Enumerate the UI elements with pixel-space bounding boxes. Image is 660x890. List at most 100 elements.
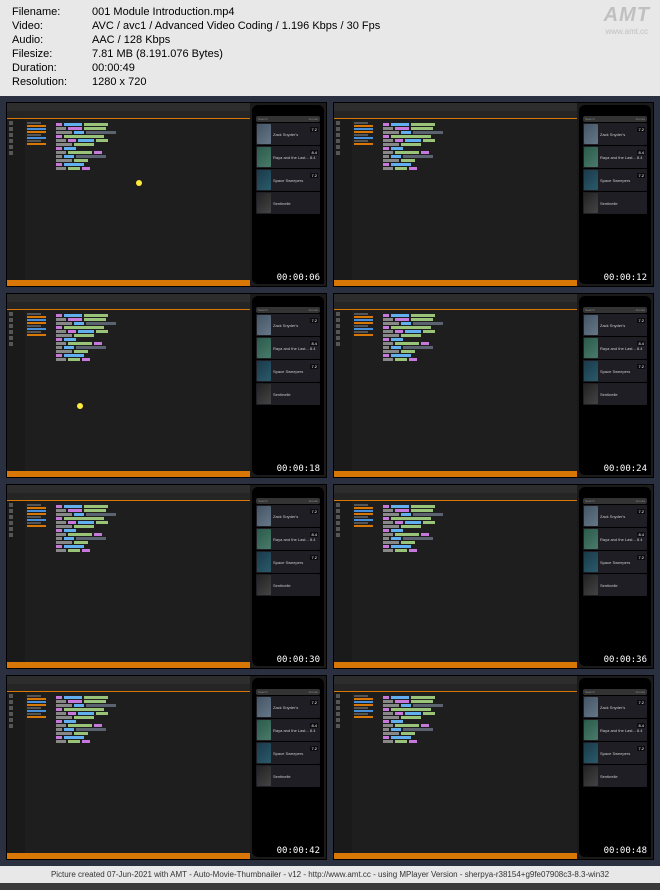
- movie-title: Sentinelle: [600, 392, 646, 397]
- phone-emulator: SearchAnnuleZack Snyder's7.2 Raya and the…: [252, 105, 324, 284]
- movie-rating-badge: 7.2: [310, 173, 318, 178]
- movie-poster: [584, 384, 598, 404]
- movie-title: Space Sweepers: [600, 751, 646, 756]
- phone-emulator: SearchAnnuleZack Snyder's7.2Raya and the…: [579, 105, 651, 284]
- movie-rating-badge: 8.4: [637, 341, 645, 346]
- movie-poster: [257, 575, 271, 595]
- duration-value: 00:00:49: [92, 62, 648, 74]
- movie-list-item: Space Sweepers7.2: [256, 742, 320, 764]
- code-editor-preview: [334, 676, 577, 859]
- filesize-label: Filesize:: [12, 48, 92, 60]
- movie-title: Sentinelle: [600, 774, 646, 779]
- movie-list-item: Sentinelle: [256, 574, 320, 596]
- movie-poster: [584, 193, 598, 213]
- movie-poster: [257, 124, 271, 144]
- phone-emulator: SearchAnnuleZack Snyder's7.2 Raya and the…: [252, 487, 324, 666]
- code-editor-preview: [7, 676, 250, 859]
- movie-rating-badge: 7.2: [637, 318, 645, 323]
- thumbnail-timestamp: 00:00:42: [273, 845, 324, 857]
- movie-rating-badge: 8.4: [637, 150, 645, 155]
- movie-rating-badge: 7.2: [637, 364, 645, 369]
- thumbnail-5: SearchAnnuleZack Snyder's7.2 Raya and the…: [6, 484, 327, 669]
- movie-rating-badge: 7.2: [637, 555, 645, 560]
- movie-title: Raya and the Last... 8.4: [600, 155, 646, 160]
- movie-list-item: Zack Snyder's7.2: [583, 696, 647, 718]
- phone-emulator: SearchAnnuleZack Snyder's7.2Raya and the…: [252, 678, 324, 857]
- movie-list-item: Raya and the Last... 8.48.4: [256, 337, 320, 359]
- movie-title: Sentinelle: [273, 392, 319, 397]
- cursor-indicator: [136, 180, 142, 186]
- movie-title: Space Sweepers: [600, 178, 646, 183]
- movie-rating-badge: 7.2: [310, 509, 318, 514]
- movie-poster: [584, 552, 598, 572]
- movie-title: Raya and the Last... 8.4: [600, 346, 646, 351]
- phone-emulator: SearchAnnuleZack Snyder's7.2 Raya and the…: [579, 296, 651, 475]
- movie-list-item: Space Sweepers7.2: [256, 169, 320, 191]
- movie-title: Zack Snyder's: [600, 705, 646, 710]
- phone-search-bar: SearchAnnule: [583, 307, 647, 313]
- phone-search-bar: SearchAnnule: [256, 498, 320, 504]
- movie-poster: [257, 147, 271, 167]
- movie-title: Space Sweepers: [273, 560, 319, 565]
- thumbnail-timestamp: 00:00:18: [273, 463, 324, 475]
- movie-title: Sentinelle: [273, 201, 319, 206]
- movie-list-item: Sentinelle: [256, 383, 320, 405]
- duration-row: Duration: 00:00:49: [12, 62, 648, 74]
- movie-list-item: Sentinelle: [256, 192, 320, 214]
- movie-list-item: Space Sweepers7.2: [256, 551, 320, 573]
- movie-poster: [584, 720, 598, 740]
- movie-list-item: Zack Snyder's7.2: [256, 696, 320, 718]
- code-editor-preview: [7, 485, 250, 668]
- phone-search-bar: SearchAnnule: [256, 116, 320, 122]
- thumbnail-timestamp: 00:00:06: [273, 272, 324, 284]
- movie-rating-badge: 8.4: [310, 341, 318, 346]
- movie-list-item: Raya and the Last... 8.48.4: [583, 528, 647, 550]
- filename-row: Filename: 001 Module Introduction.mp4: [12, 6, 648, 18]
- audio-label: Audio:: [12, 34, 92, 46]
- thumbnail-4: SearchAnnuleZack Snyder's7.2 Raya and the…: [333, 293, 654, 478]
- watermark-logo: AMT: [604, 4, 650, 27]
- phone-emulator: SearchAnnuleZack Snyder's7.2Raya and the…: [579, 487, 651, 666]
- movie-title: Zack Snyder's: [600, 514, 646, 519]
- filesize-row: Filesize: 7.81 MB (8.191.076 Bytes): [12, 48, 648, 60]
- movie-list-item: Sentinelle: [583, 192, 647, 214]
- movie-poster: [257, 506, 271, 526]
- movie-list-item: Sentinelle: [583, 574, 647, 596]
- thumbnail-8: SearchAnnuleZack Snyder's7.2Raya and the…: [333, 675, 654, 860]
- audio-value: AAC / 128 Kbps: [92, 34, 648, 46]
- video-label: Video:: [12, 20, 92, 32]
- movie-poster: [584, 124, 598, 144]
- movie-list-item: Zack Snyder's7.2: [256, 123, 320, 145]
- thumbnail-6: SearchAnnuleZack Snyder's7.2Raya and the…: [333, 484, 654, 669]
- audio-row: Audio: AAC / 128 Kbps: [12, 34, 648, 46]
- filesize-value: 7.81 MB (8.191.076 Bytes): [92, 48, 648, 60]
- movie-list-item: Sentinelle: [583, 383, 647, 405]
- movie-list-item: Zack Snyder's7.2: [256, 505, 320, 527]
- resolution-label: Resolution:: [12, 76, 92, 88]
- thumbnail-3: SearchAnnuleZack Snyder's7.2Raya and the…: [6, 293, 327, 478]
- movie-poster: [257, 361, 271, 381]
- movie-title: Raya and the Last... 8.4: [273, 155, 319, 160]
- movie-poster: [584, 529, 598, 549]
- thumbnail-timestamp: 00:00:36: [600, 654, 651, 666]
- movie-title: Raya and the Last... 8.4: [273, 537, 319, 542]
- movie-rating-badge: 7.2: [637, 173, 645, 178]
- movie-list-item: Space Sweepers7.2: [583, 169, 647, 191]
- movie-poster: [257, 315, 271, 335]
- movie-rating-badge: 7.2: [310, 127, 318, 132]
- movie-list-item: Zack Snyder's7.2: [256, 314, 320, 336]
- movie-list-item: Sentinelle: [256, 765, 320, 787]
- movie-title: Sentinelle: [600, 583, 646, 588]
- movie-title: Zack Snyder's: [600, 132, 646, 137]
- movie-poster: [257, 743, 271, 763]
- movie-poster: [584, 361, 598, 381]
- movie-list-item: Sentinelle: [583, 765, 647, 787]
- thumbnail-timestamp: 00:00:48: [600, 845, 651, 857]
- movie-poster: [257, 338, 271, 358]
- movie-title: Space Sweepers: [600, 560, 646, 565]
- movie-list-item: Zack Snyder's7.2: [583, 314, 647, 336]
- movie-title: Space Sweepers: [273, 369, 319, 374]
- movie-poster: [257, 766, 271, 786]
- movie-title: Sentinelle: [600, 201, 646, 206]
- movie-poster: [257, 697, 271, 717]
